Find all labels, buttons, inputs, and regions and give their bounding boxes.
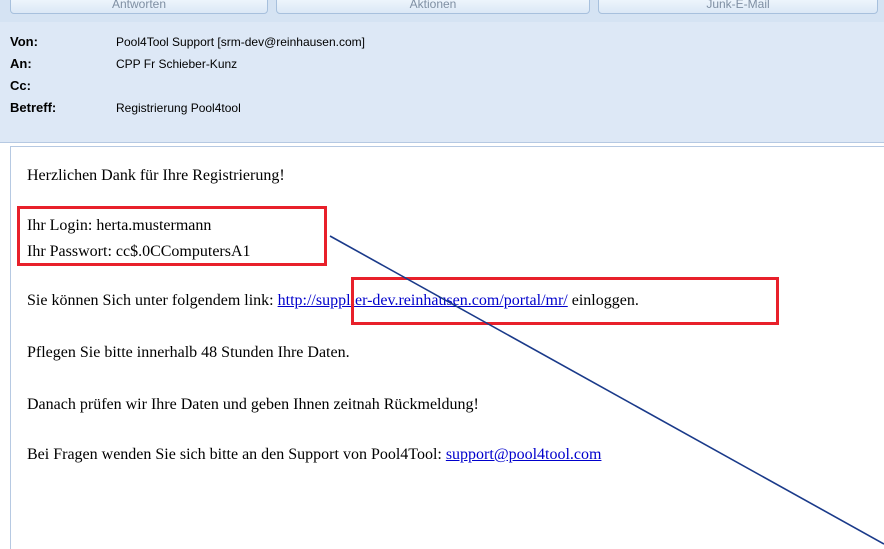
message-body: Herzlichen Dank für Ihre Registrierung! … — [10, 146, 884, 549]
subject-value: Registrierung Pool4tool — [116, 101, 241, 115]
support-email-link[interactable]: support@pool4tool.com — [446, 446, 602, 463]
message-header: Von: Pool4Tool Support [srm-dev@reinhaus… — [0, 22, 884, 143]
link-line: Sie können Sich unter folgendem link: ht… — [27, 292, 639, 310]
password-text: Ihr Passwort: cc$.0CComputersA1 — [27, 243, 251, 260]
reply-button[interactable]: Antworten — [10, 0, 268, 14]
greeting-text: Herzlichen Dank für Ihre Registrierung! — [27, 167, 285, 184]
from-value[interactable]: Pool4Tool Support [srm-dev@reinhausen.co… — [116, 32, 365, 52]
link-prefix: Sie können Sich unter folgendem link: — [27, 292, 278, 309]
review-text: Danach prüfen wir Ihre Daten und geben I… — [27, 396, 479, 413]
to-label: An: — [10, 56, 32, 71]
maintain-text: Pflegen Sie bitte innerhalb 48 Stunden I… — [27, 344, 350, 361]
to-value[interactable]: CPP Fr Schieber-Kunz — [116, 54, 237, 74]
subject-label: Betreff: — [10, 100, 57, 115]
from-label: Von: — [10, 34, 38, 49]
actions-button[interactable]: Aktionen — [276, 0, 590, 14]
toolbar: Antworten Aktionen Junk-E-Mail — [0, 0, 884, 22]
portal-link[interactable]: http://supplier-dev.reinhausen.com/porta… — [278, 292, 568, 309]
junk-mail-button[interactable]: Junk-E-Mail — [598, 0, 878, 14]
link-suffix: einloggen. — [567, 292, 639, 309]
cc-label: Cc: — [10, 78, 31, 93]
support-line: Bei Fragen wenden Sie sich bitte an den … — [27, 446, 601, 464]
login-text: Ihr Login: herta.mustermann — [27, 217, 212, 234]
support-prefix: Bei Fragen wenden Sie sich bitte an den … — [27, 446, 446, 463]
